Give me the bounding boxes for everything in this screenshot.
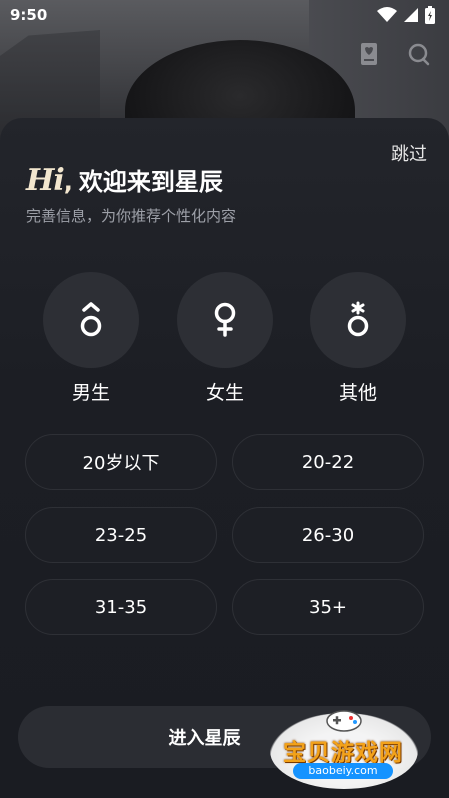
- other-gender-icon: [347, 301, 369, 337]
- search-icon[interactable]: [405, 40, 433, 68]
- gender-circle[interactable]: [43, 272, 139, 368]
- age-option-20-22[interactable]: 20-22: [232, 434, 424, 490]
- gamepad-icon: [326, 710, 362, 732]
- status-time: 9:50: [10, 6, 48, 24]
- battery-icon: [425, 6, 435, 24]
- watermark-domain: baobeiy.com: [293, 763, 393, 779]
- age-option-26-30[interactable]: 26-30: [232, 507, 424, 563]
- gender-label: 女生: [205, 382, 244, 404]
- age-option-23-25[interactable]: 23-25: [25, 507, 217, 563]
- age-option-31-35[interactable]: 31-35: [25, 579, 217, 635]
- gender-option-female[interactable]: 女生: [177, 272, 273, 405]
- male-icon: [80, 302, 102, 337]
- watermark-logo: 宝贝游戏网 baobeiy.com: [268, 705, 418, 790]
- greeting-subtitle: 完善信息，为你推荐个性化内容: [26, 207, 237, 225]
- greeting-hi: Hi: [26, 163, 65, 198]
- bookshelf-icon[interactable]: [355, 40, 383, 68]
- gender-option-male[interactable]: 男生: [43, 272, 139, 405]
- gender-label: 其他: [338, 382, 377, 404]
- female-icon: [214, 302, 236, 337]
- age-option-35-plus[interactable]: 35+: [232, 579, 424, 635]
- signal-icon: [404, 8, 418, 22]
- gender-label: 男生: [71, 382, 110, 404]
- status-bar: 9:50: [0, 0, 449, 30]
- gender-option-other[interactable]: 其他: [310, 272, 406, 405]
- watermark-text: 宝贝游戏网: [283, 740, 403, 766]
- status-icons: [377, 6, 435, 24]
- skip-button[interactable]: 跳过: [391, 140, 427, 166]
- greeting-comma: ,: [63, 168, 73, 196]
- age-option-under-20[interactable]: 20岁以下: [25, 434, 217, 490]
- wifi-icon: [377, 7, 397, 22]
- enter-button-label: 进入星辰: [168, 728, 241, 749]
- gender-circle[interactable]: [310, 272, 406, 368]
- greeting-text: 欢迎来到星辰: [78, 168, 223, 196]
- gender-circle[interactable]: [177, 272, 273, 368]
- greeting-title: Hi , 欢迎来到星辰: [26, 162, 223, 198]
- top-right-icons: [355, 40, 433, 68]
